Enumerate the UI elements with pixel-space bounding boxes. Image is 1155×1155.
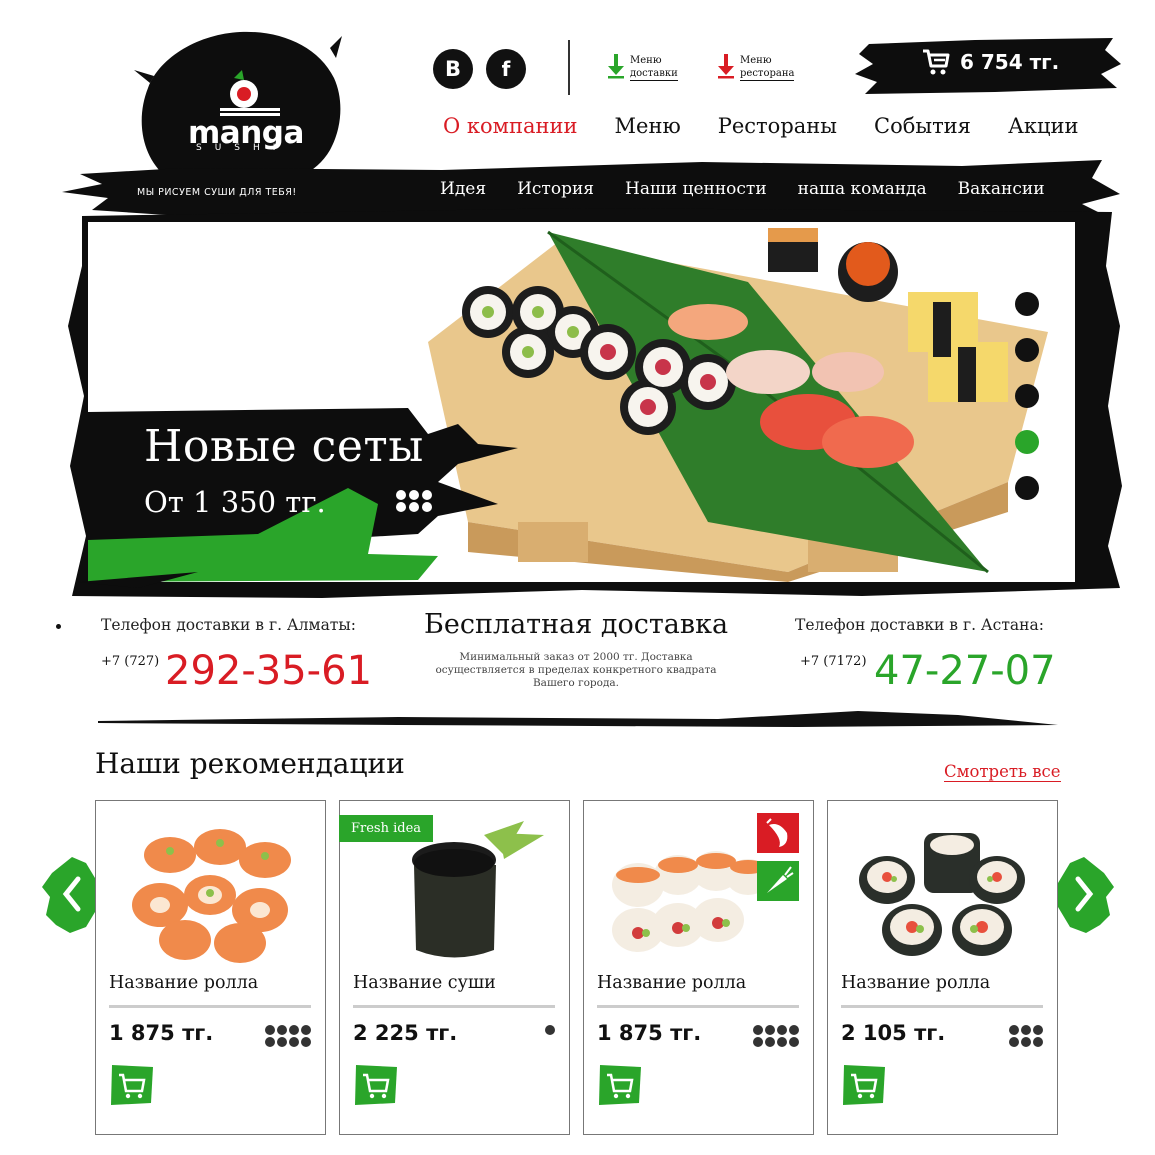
cart-icon[interactable] [922, 48, 950, 76]
facebook-icon[interactable]: f [486, 49, 526, 89]
product-price: 1 875 тг. [109, 1021, 214, 1045]
main-nav: О компании Меню Рестораны События Акции [443, 114, 1115, 138]
card-divider [353, 1005, 555, 1008]
free-delivery-text: Минимальный заказ от 2000 тг. Доставка о… [435, 651, 717, 689]
nav-events[interactable]: События [874, 114, 971, 138]
product-image [859, 833, 1025, 956]
header-divider [568, 40, 570, 95]
card-divider [841, 1005, 1043, 1008]
nav-about[interactable]: О компании [443, 114, 578, 138]
product-rating-dots [265, 1025, 311, 1047]
product-rating-dots [1009, 1025, 1043, 1047]
astana-phone-label: Телефон доставки в г. Астана: [795, 616, 1044, 634]
product-name[interactable]: Название ролла [109, 973, 258, 993]
carousel-next-button[interactable] [1056, 853, 1114, 935]
download-arrow-icon [608, 54, 624, 79]
tagline: МЫ РИСУЕМ СУШИ ДЛЯ ТЕБЯ! [137, 187, 297, 198]
add-to-cart-button[interactable] [109, 1063, 155, 1107]
product-price: 2 105 тг. [841, 1021, 946, 1045]
nav-restaurants[interactable]: Рестораны [718, 114, 837, 138]
vk-icon[interactable]: В [433, 49, 473, 89]
add-to-cart-button[interactable] [841, 1063, 887, 1107]
hero-title: Новые сеты [144, 421, 424, 472]
hero-slide-pager [1015, 292, 1039, 522]
logo-subtitle: SUSHI [196, 143, 289, 153]
carousel-prev-button[interactable] [42, 853, 100, 935]
delivery-menu-line2: доставки [630, 68, 678, 79]
download-arrow-icon [718, 54, 734, 79]
slide-dot-4[interactable] [1015, 430, 1039, 454]
free-delivery-title: Бесплатная доставка [424, 609, 729, 640]
cart-total[interactable]: 6 754 тг. [960, 50, 1059, 74]
restaurant-menu-line1: Меню [740, 55, 772, 66]
product-price: 2 225 тг. [353, 1021, 458, 1045]
delivery-menu-label: Меню доставки [630, 54, 678, 81]
hero-rating-dots [396, 490, 433, 512]
product-name[interactable]: Название ролла [597, 973, 746, 993]
product-rating-dots [545, 1025, 555, 1035]
hero-price: От 1 350 тг. [144, 485, 326, 519]
subnav-team[interactable]: наша команда [798, 179, 927, 199]
product-card[interactable]: Название ролла 1 875 тг. [583, 800, 814, 1135]
astana-phone-number[interactable]: 47-27-07 [874, 648, 1056, 694]
almaty-phone-code: +7 (727) [101, 654, 160, 669]
restaurant-menu-link[interactable]: Меню ресторана [718, 54, 795, 81]
card-divider [109, 1005, 311, 1008]
product-card[interactable]: Fresh idea Название суши 2 225 тг. [339, 800, 570, 1135]
product-card[interactable]: Название ролла 1 875 тг. [95, 800, 326, 1135]
product-rating-dots [753, 1025, 799, 1047]
section-divider [98, 711, 1058, 727]
restaurant-menu-label: Меню ресторана [740, 54, 795, 81]
see-all-link[interactable]: Смотреть все [944, 762, 1061, 782]
decorative-bullet [56, 624, 61, 629]
almaty-phone-label: Телефон доставки в г. Алматы: [101, 616, 356, 634]
recommendations-title: Наши рекомендации [95, 747, 405, 780]
fresh-idea-badge: Fresh idea [339, 815, 434, 842]
slide-dot-5[interactable] [1015, 476, 1039, 500]
logo-mark-icon [220, 70, 280, 116]
slide-dot-3[interactable] [1015, 384, 1039, 408]
spicy-pepper-icon [757, 813, 799, 853]
delivery-menu-line1: Меню [630, 55, 662, 66]
nav-promotions[interactable]: Акции [1008, 114, 1079, 138]
sub-nav: Идея История Наши ценности наша команда … [440, 179, 1076, 199]
product-card[interactable]: Название ролла 2 105 тг. [827, 800, 1058, 1135]
almaty-phone-number[interactable]: 292-35-61 [165, 648, 372, 694]
slide-dot-1[interactable] [1015, 292, 1039, 316]
product-name[interactable]: Название ролла [841, 973, 990, 993]
slide-dot-2[interactable] [1015, 338, 1039, 362]
subnav-history[interactable]: История [517, 179, 594, 199]
add-to-cart-button[interactable] [353, 1063, 399, 1107]
product-price: 1 875 тг. [597, 1021, 702, 1045]
card-divider [597, 1005, 799, 1008]
subnav-values[interactable]: Наши ценности [625, 179, 767, 199]
vegetarian-carrot-icon [757, 861, 799, 901]
astana-phone-code: +7 (7172) [800, 654, 867, 669]
restaurant-menu-line2: ресторана [740, 68, 795, 79]
product-name[interactable]: Название суши [353, 973, 496, 993]
product-image [132, 829, 291, 963]
subnav-vacancies[interactable]: Вакансии [958, 179, 1045, 199]
nav-menu[interactable]: Меню [615, 114, 681, 138]
delivery-menu-link[interactable]: Меню доставки [608, 54, 678, 81]
subnav-idea[interactable]: Идея [440, 179, 486, 199]
add-to-cart-button[interactable] [597, 1063, 643, 1107]
